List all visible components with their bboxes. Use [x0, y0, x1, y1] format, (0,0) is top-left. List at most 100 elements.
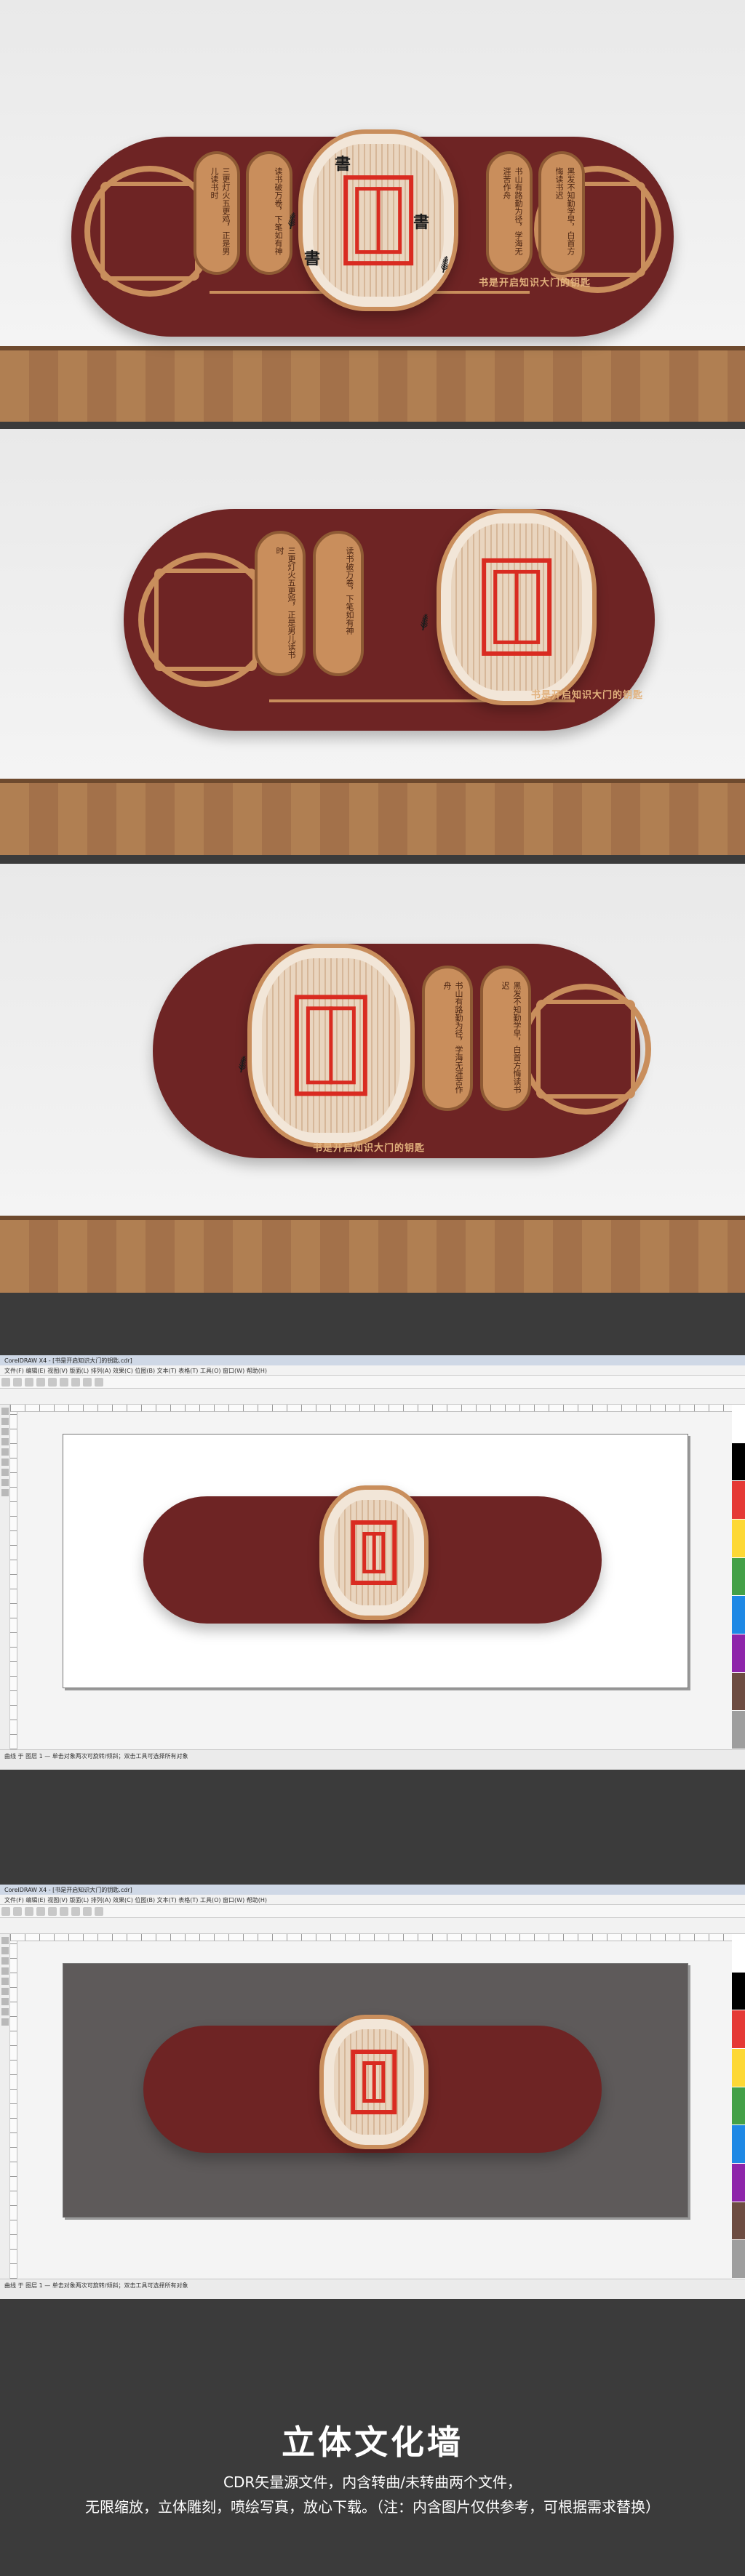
text-plaque: 黑发不知勤学早，白首方悔读书迟: [480, 966, 531, 1111]
swatch[interactable]: [732, 1972, 745, 2011]
culture-wall: 书山有路勤为径，学海无涯苦作舟 黑发不知勤学早，白首方悔读书迟 ⸙ 书是开启知识…: [153, 944, 651, 1158]
document-page: [63, 1434, 688, 1688]
seal-character: [343, 175, 413, 265]
swatch[interactable]: [732, 1405, 745, 1443]
room-scene-front: 三更灯火五更鸡，正是男儿读书时 读书破万卷，下笔如有神 书山有路勤为径，学海无涯…: [0, 0, 745, 422]
zoom-icon[interactable]: [95, 1907, 103, 1916]
ellipse-tool-icon[interactable]: [1, 1998, 9, 2005]
rectangle-tool-icon[interactable]: [1, 1988, 9, 1995]
horizontal-ruler: [10, 1405, 732, 1412]
vertical-ruler: [10, 1941, 17, 2279]
center-medallion: [319, 2015, 429, 2149]
swatch[interactable]: [732, 2010, 745, 2050]
swatch[interactable]: [732, 2087, 745, 2126]
save-icon[interactable]: [25, 1378, 33, 1387]
pick-tool-icon[interactable]: [1, 1408, 9, 1415]
swatch[interactable]: [732, 1557, 745, 1597]
room-scene-left-angle: 三更灯火五更鸡，正是男儿读书时 读书破万卷，下笔如有神 ⸙ 书是开启知识大门的钥…: [0, 429, 745, 855]
redo-icon[interactable]: [60, 1907, 68, 1916]
text-tool-icon[interactable]: [1, 2008, 9, 2015]
swatch[interactable]: [732, 2240, 745, 2279]
plaque-text: 书山有路勤为径，学海无涯苦作舟: [502, 167, 523, 255]
status-bar: 曲线 于 图层 1 — 单击对象两次可旋转/倾斜；双击工具可选择所有对象: [0, 2279, 745, 2299]
print-icon[interactable]: [36, 1907, 45, 1916]
swatch[interactable]: [732, 1443, 745, 1482]
room-floor: [0, 345, 745, 422]
import-icon[interactable]: [71, 1907, 80, 1916]
swatch[interactable]: [732, 1711, 745, 1750]
vertical-ruler: [10, 1412, 17, 1749]
fill-tool-icon[interactable]: [1, 2018, 9, 2026]
undo-icon[interactable]: [48, 1378, 57, 1387]
standard-toolbar[interactable]: [0, 1905, 745, 1918]
footer: 立体文化墙 CDR矢量源文件，内含转曲/未转曲两个文件， 无限缩放，立体雕刻，喷…: [0, 2352, 745, 2576]
zoom-tool-icon[interactable]: [1, 1438, 9, 1445]
export-icon[interactable]: [83, 1378, 92, 1387]
toolbox[interactable]: [0, 1405, 10, 1749]
calligraphy-character: 書: [413, 213, 430, 232]
drawing-workspace[interactable]: [17, 1412, 732, 1749]
undo-icon[interactable]: [48, 1907, 57, 1916]
swatch[interactable]: [732, 1934, 745, 1973]
lattice-pattern-left: [138, 553, 273, 687]
swatch[interactable]: [732, 2049, 745, 2087]
cdr-window-outline: CorelDRAW X4 - [书是开启知识大门的钥匙.cdr] 文件(F) 编…: [0, 1355, 745, 1770]
drawing-workspace[interactable]: [17, 1941, 732, 2279]
swatch[interactable]: [732, 1520, 745, 1558]
text-plaque: 书山有路勤为径，学海无涯苦作舟: [422, 966, 473, 1111]
text-tool-icon[interactable]: [1, 1479, 9, 1486]
new-icon[interactable]: [1, 1907, 10, 1916]
calligraphy-character: 書: [335, 155, 351, 174]
culture-wall: 三更灯火五更鸡，正是男儿读书时 读书破万卷，下笔如有神 ⸙ 书是开启知识大门的钥…: [124, 509, 655, 731]
new-icon[interactable]: [1, 1378, 10, 1387]
toolbox[interactable]: [0, 1934, 10, 2279]
horizontal-ruler: [10, 1934, 732, 1941]
save-icon[interactable]: [25, 1907, 33, 1916]
center-medallion: [298, 129, 458, 311]
lattice-pattern-right: [520, 984, 651, 1115]
ellipse-tool-icon[interactable]: [1, 1469, 9, 1476]
swatch[interactable]: [732, 2164, 745, 2202]
color-palette[interactable]: [732, 1405, 745, 1750]
swatch[interactable]: [732, 2202, 745, 2241]
menu-bar[interactable]: 文件(F) 编辑(E) 视图(V) 版面(L) 排列(A) 效果(C) 位图(B…: [0, 1365, 745, 1376]
window-title: CorelDRAW X4 - [书是开启知识大门的钥匙.cdr]: [0, 1355, 745, 1365]
text-plaque: 书山有路勤为径，学海无涯苦作舟: [486, 151, 533, 275]
swatch[interactable]: [732, 1672, 745, 1712]
open-icon[interactable]: [13, 1378, 22, 1387]
freehand-tool-icon[interactable]: [1, 1978, 9, 1985]
freehand-tool-icon[interactable]: [1, 1448, 9, 1456]
document-page: [63, 1963, 688, 2218]
standard-toolbar[interactable]: [0, 1376, 745, 1389]
footer-description-line-2: 无限缩放，立体雕刻，喷绘写真，放心下载。（注：内含图片仅供参考，可根据需求替换）: [85, 2498, 660, 2516]
zoom-tool-icon[interactable]: [1, 1967, 9, 1975]
rectangle-tool-icon[interactable]: [1, 1458, 9, 1466]
center-medallion: [319, 1485, 429, 1620]
swatch[interactable]: [732, 1596, 745, 1635]
text-plaque: 三更灯火五更鸡，正是男儿读书时: [255, 531, 306, 676]
fill-tool-icon[interactable]: [1, 1489, 9, 1496]
export-icon[interactable]: [83, 1907, 92, 1916]
swatch[interactable]: [732, 1481, 745, 1520]
open-icon[interactable]: [13, 1907, 22, 1916]
menu-bar[interactable]: 文件(F) 编辑(E) 视图(V) 版面(L) 排列(A) 效果(C) 位图(B…: [0, 1895, 745, 1905]
zoom-icon[interactable]: [95, 1378, 103, 1387]
color-palette[interactable]: [732, 1934, 745, 2279]
swatch[interactable]: [732, 1634, 745, 1673]
crop-tool-icon[interactable]: [1, 1957, 9, 1965]
motto-text: 书是开启知识大门的钥匙: [313, 1143, 426, 1154]
pick-tool-icon[interactable]: [1, 1937, 9, 1944]
seal-character: [351, 2049, 397, 2115]
footer-title: 立体文化墙: [282, 2423, 463, 2462]
shape-tool-icon[interactable]: [1, 1418, 9, 1425]
swatch[interactable]: [732, 2125, 745, 2164]
property-bar[interactable]: [0, 1918, 745, 1934]
shape-tool-icon[interactable]: [1, 1947, 9, 1954]
window-title: CorelDRAW X4 - [书是开启知识大门的钥匙.cdr]: [0, 1885, 745, 1895]
crop-tool-icon[interactable]: [1, 1428, 9, 1435]
print-icon[interactable]: [36, 1378, 45, 1387]
redo-icon[interactable]: [60, 1378, 68, 1387]
seal-character: [351, 1520, 397, 1586]
property-bar[interactable]: [0, 1389, 745, 1405]
import-icon[interactable]: [71, 1378, 80, 1387]
